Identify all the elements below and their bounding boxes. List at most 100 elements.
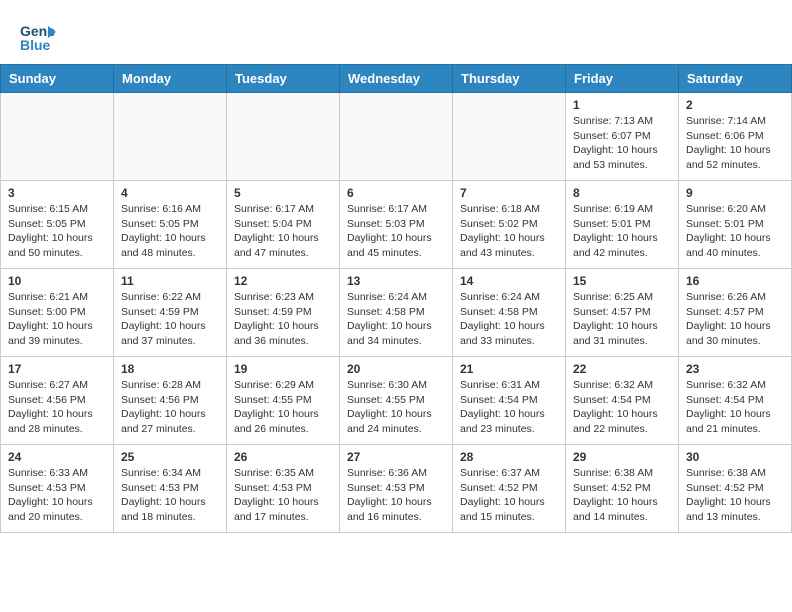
day-content: Sunrise: 6:26 AM Sunset: 4:57 PM Dayligh… [686, 290, 784, 349]
calendar-cell [227, 93, 340, 181]
week-row-2: 3 Sunrise: 6:15 AM Sunset: 5:05 PM Daylig… [1, 181, 792, 269]
calendar-cell: 5 Sunrise: 6:17 AM Sunset: 5:04 PM Daylig… [227, 181, 340, 269]
day-number: 23 [686, 362, 784, 376]
day-header-tuesday: Tuesday [227, 65, 340, 93]
day-header-friday: Friday [566, 65, 679, 93]
day-content: Sunrise: 6:24 AM Sunset: 4:58 PM Dayligh… [460, 290, 558, 349]
day-number: 11 [121, 274, 219, 288]
calendar-cell [1, 93, 114, 181]
day-header-sunday: Sunday [1, 65, 114, 93]
calendar-cell: 26 Sunrise: 6:35 AM Sunset: 4:53 PM Dayli… [227, 445, 340, 533]
calendar-cell: 8 Sunrise: 6:19 AM Sunset: 5:01 PM Daylig… [566, 181, 679, 269]
day-number: 30 [686, 450, 784, 464]
day-number: 3 [8, 186, 106, 200]
day-number: 15 [573, 274, 671, 288]
day-number: 14 [460, 274, 558, 288]
calendar-cell: 2Sunrise: 7:14 AM Sunset: 6:06 PM Daylig… [679, 93, 792, 181]
day-content: Sunrise: 6:19 AM Sunset: 5:01 PM Dayligh… [573, 202, 671, 261]
week-row-4: 17 Sunrise: 6:27 AM Sunset: 4:56 PM Dayli… [1, 357, 792, 445]
day-number: 19 [234, 362, 332, 376]
calendar-cell: 27 Sunrise: 6:36 AM Sunset: 4:53 PM Dayli… [340, 445, 453, 533]
day-number: 28 [460, 450, 558, 464]
day-content: Sunrise: 6:28 AM Sunset: 4:56 PM Dayligh… [121, 378, 219, 437]
day-content: Sunrise: 6:38 AM Sunset: 4:52 PM Dayligh… [573, 466, 671, 525]
calendar-cell [453, 93, 566, 181]
calendar-cell: 23Sunrise: 6:32 AM Sunset: 4:54 PM Dayli… [679, 357, 792, 445]
calendar-cell: 3 Sunrise: 6:15 AM Sunset: 5:05 PM Daylig… [1, 181, 114, 269]
day-number: 4 [121, 186, 219, 200]
calendar-cell: 30 Sunrise: 6:38 AM Sunset: 4:52 PM Dayli… [679, 445, 792, 533]
day-number: 18 [121, 362, 219, 376]
day-content: Sunrise: 6:20 AM Sunset: 5:01 PM Dayligh… [686, 202, 784, 261]
day-header-monday: Monday [114, 65, 227, 93]
day-content: Sunrise: 6:24 AM Sunset: 4:58 PM Dayligh… [347, 290, 445, 349]
day-content: Sunrise: 6:17 AM Sunset: 5:03 PM Dayligh… [347, 202, 445, 261]
calendar-cell [340, 93, 453, 181]
calendar-cell: 7 Sunrise: 6:18 AM Sunset: 5:02 PM Daylig… [453, 181, 566, 269]
calendar-cell: 21 Sunrise: 6:31 AM Sunset: 4:54 PM Dayli… [453, 357, 566, 445]
calendar-cell: 25Sunrise: 6:34 AM Sunset: 4:53 PM Dayli… [114, 445, 227, 533]
day-content: Sunrise: 6:35 AM Sunset: 4:53 PM Dayligh… [234, 466, 332, 525]
calendar-cell: 28 Sunrise: 6:37 AM Sunset: 4:52 PM Dayli… [453, 445, 566, 533]
day-number: 6 [347, 186, 445, 200]
week-row-1: 1Sunrise: 7:13 AM Sunset: 6:07 PM Daylig… [1, 93, 792, 181]
day-number: 5 [234, 186, 332, 200]
day-number: 10 [8, 274, 106, 288]
calendar-header-row: SundayMondayTuesdayWednesdayThursdayFrid… [1, 65, 792, 93]
calendar-cell: 10 Sunrise: 6:21 AM Sunset: 5:00 PM Dayli… [1, 269, 114, 357]
calendar-cell: 22 Sunrise: 6:32 AM Sunset: 4:54 PM Dayli… [566, 357, 679, 445]
day-content: Sunrise: 6:22 AM Sunset: 4:59 PM Dayligh… [121, 290, 219, 349]
day-number: 7 [460, 186, 558, 200]
day-content: Sunrise: 6:36 AM Sunset: 4:53 PM Dayligh… [347, 466, 445, 525]
day-number: 29 [573, 450, 671, 464]
day-header-thursday: Thursday [453, 65, 566, 93]
day-content: Sunrise: 6:17 AM Sunset: 5:04 PM Dayligh… [234, 202, 332, 261]
day-header-wednesday: Wednesday [340, 65, 453, 93]
logo: General Blue [20, 18, 60, 54]
day-number: 16 [686, 274, 784, 288]
calendar-cell: 14 Sunrise: 6:24 AM Sunset: 4:58 PM Dayli… [453, 269, 566, 357]
calendar-cell: 15 Sunrise: 6:25 AM Sunset: 4:57 PM Dayli… [566, 269, 679, 357]
calendar-cell: 24 Sunrise: 6:33 AM Sunset: 4:53 PM Dayli… [1, 445, 114, 533]
day-number: 8 [573, 186, 671, 200]
calendar-cell: 16 Sunrise: 6:26 AM Sunset: 4:57 PM Dayli… [679, 269, 792, 357]
svg-text:Blue: Blue [20, 37, 51, 53]
calendar-cell: 20 Sunrise: 6:30 AM Sunset: 4:55 PM Dayli… [340, 357, 453, 445]
day-number: 17 [8, 362, 106, 376]
day-content: Sunrise: 6:38 AM Sunset: 4:52 PM Dayligh… [686, 466, 784, 525]
day-content: Sunrise: 6:31 AM Sunset: 4:54 PM Dayligh… [460, 378, 558, 437]
page-header: General Blue [0, 0, 792, 64]
day-number: 20 [347, 362, 445, 376]
calendar-cell: 6 Sunrise: 6:17 AM Sunset: 5:03 PM Daylig… [340, 181, 453, 269]
calendar-cell: 18 Sunrise: 6:28 AM Sunset: 4:56 PM Dayli… [114, 357, 227, 445]
day-content: Sunrise: 6:29 AM Sunset: 4:55 PM Dayligh… [234, 378, 332, 437]
calendar-cell: 13Sunrise: 6:24 AM Sunset: 4:58 PM Dayli… [340, 269, 453, 357]
day-content: Sunrise: 6:15 AM Sunset: 5:05 PM Dayligh… [8, 202, 106, 261]
day-number: 12 [234, 274, 332, 288]
logo-icon: General Blue [20, 18, 56, 54]
day-number: 21 [460, 362, 558, 376]
day-content: Sunrise: 6:18 AM Sunset: 5:02 PM Dayligh… [460, 202, 558, 261]
day-content: Sunrise: 6:25 AM Sunset: 4:57 PM Dayligh… [573, 290, 671, 349]
day-number: 25 [121, 450, 219, 464]
day-header-saturday: Saturday [679, 65, 792, 93]
day-number: 1 [573, 98, 671, 112]
calendar-cell: 1Sunrise: 7:13 AM Sunset: 6:07 PM Daylig… [566, 93, 679, 181]
week-row-5: 24 Sunrise: 6:33 AM Sunset: 4:53 PM Dayli… [1, 445, 792, 533]
day-number: 24 [8, 450, 106, 464]
day-number: 27 [347, 450, 445, 464]
day-content: Sunrise: 6:16 AM Sunset: 5:05 PM Dayligh… [121, 202, 219, 261]
day-content: Sunrise: 7:14 AM Sunset: 6:06 PM Dayligh… [686, 114, 784, 173]
day-content: Sunrise: 6:32 AM Sunset: 4:54 PM Dayligh… [573, 378, 671, 437]
calendar-table: SundayMondayTuesdayWednesdayThursdayFrid… [0, 64, 792, 533]
calendar-cell [114, 93, 227, 181]
day-number: 22 [573, 362, 671, 376]
day-content: Sunrise: 6:27 AM Sunset: 4:56 PM Dayligh… [8, 378, 106, 437]
day-content: Sunrise: 6:33 AM Sunset: 4:53 PM Dayligh… [8, 466, 106, 525]
day-content: Sunrise: 6:21 AM Sunset: 5:00 PM Dayligh… [8, 290, 106, 349]
calendar-cell: 19 Sunrise: 6:29 AM Sunset: 4:55 PM Dayli… [227, 357, 340, 445]
day-content: Sunrise: 6:30 AM Sunset: 4:55 PM Dayligh… [347, 378, 445, 437]
day-content: Sunrise: 6:37 AM Sunset: 4:52 PM Dayligh… [460, 466, 558, 525]
day-number: 26 [234, 450, 332, 464]
day-content: Sunrise: 6:23 AM Sunset: 4:59 PM Dayligh… [234, 290, 332, 349]
